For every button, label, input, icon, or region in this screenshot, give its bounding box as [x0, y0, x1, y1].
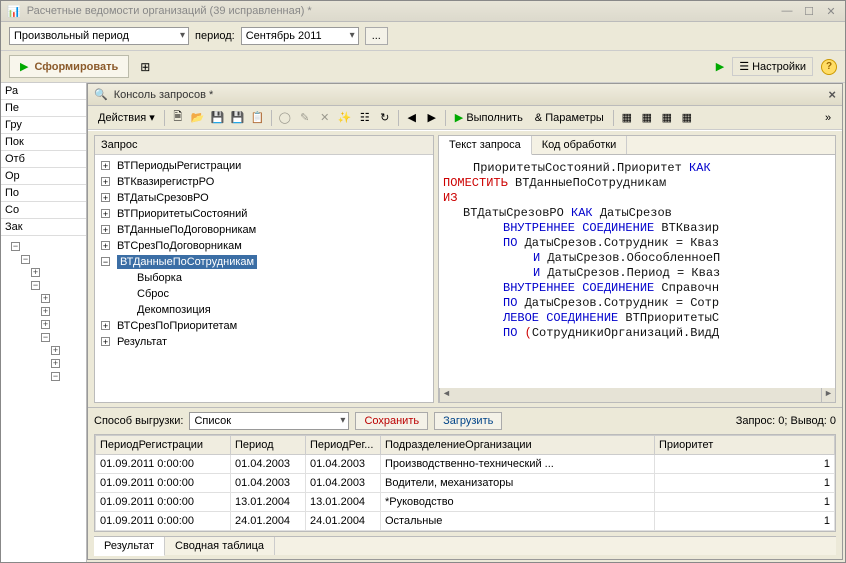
- table-row[interactable]: 01.09.2011 0:00:0024.01.200424.01.2004Ос…: [96, 512, 835, 531]
- period-type-combo[interactable]: Произвольный период: [9, 27, 189, 45]
- saveas-icon[interactable]: 💾: [230, 110, 246, 126]
- open-icon[interactable]: 📂: [190, 110, 206, 126]
- left-panel: Ра Пе Гру Пок Отб Ор По Со Зак − − + − +…: [1, 83, 87, 562]
- table-row[interactable]: 01.09.2011 0:00:0001.04.200301.04.2003Во…: [96, 474, 835, 493]
- col-header[interactable]: Период: [231, 436, 306, 455]
- props-icon[interactable]: ☷: [357, 110, 373, 126]
- left-label: Пе: [1, 100, 86, 117]
- tab-result[interactable]: Результат: [94, 537, 165, 556]
- grid-icon4[interactable]: ▦: [679, 110, 695, 126]
- console-close-button[interactable]: ×: [828, 87, 836, 102]
- grid-icon1[interactable]: ▦: [619, 110, 635, 126]
- table-row[interactable]: 01.09.2011 0:00:0013.01.200413.01.2004*Р…: [96, 493, 835, 512]
- execute-button[interactable]: ▶ Выполнить: [451, 109, 527, 126]
- left-label: Отб: [1, 151, 86, 168]
- period-toolbar: Произвольный период период: Сентябрь 201…: [1, 22, 845, 51]
- grid-icon2[interactable]: ▦: [639, 110, 655, 126]
- help-icon[interactable]: ?: [821, 59, 837, 75]
- tree-item[interactable]: ВТДанныеПоДоговорникам: [97, 222, 431, 238]
- table-row[interactable]: 01.09.2011 0:00:0001.04.200301.04.2003Пр…: [96, 455, 835, 474]
- console-titlebar: 🔍 Консоль запросов * ×: [88, 84, 842, 106]
- query-tree-header: Запрос: [95, 136, 433, 155]
- close-button[interactable]: ✕: [823, 4, 839, 18]
- left-label: Ор: [1, 168, 86, 185]
- app-icon: 📊: [7, 5, 21, 18]
- form-button[interactable]: ▶ Сформировать: [9, 55, 129, 78]
- main-toolbar: ▶ Сформировать ⊞ ▶ ☰ Настройки ?: [1, 51, 845, 83]
- left-label: Гру: [1, 117, 86, 134]
- tree-child[interactable]: Выборка: [97, 270, 431, 286]
- tree-item[interactable]: ВТПериодыРегистрации: [97, 158, 431, 174]
- arrow-left-icon[interactable]: ◀: [404, 110, 420, 126]
- status-text: Запрос: 0; Вывод: 0: [736, 415, 836, 427]
- console-title-text: Консоль запросов *: [114, 89, 214, 101]
- window-title: Расчетные ведомости организаций (39 испр…: [27, 5, 312, 17]
- tree-item[interactable]: ВТКвазирегистрРО: [97, 174, 431, 190]
- save-button[interactable]: Сохранить: [355, 412, 428, 430]
- col-header[interactable]: ПериодРег...: [306, 436, 381, 455]
- period-value-combo[interactable]: Сентябрь 2011: [241, 27, 359, 45]
- col-header[interactable]: ПодразделениеОрганизации: [381, 436, 655, 455]
- titlebar: 📊 Расчетные ведомости организаций (39 ис…: [1, 1, 845, 22]
- load-button[interactable]: Загрузить: [434, 412, 502, 430]
- tree-item[interactable]: ВТПриоритетыСостояний: [97, 206, 431, 222]
- arrow-right-icon[interactable]: ▶: [424, 110, 440, 126]
- col-header[interactable]: Приоритет: [655, 436, 835, 455]
- left-label: По: [1, 185, 86, 202]
- copy-icon[interactable]: 📋: [250, 110, 266, 126]
- refresh-icon[interactable]: ↻: [377, 110, 393, 126]
- col-header[interactable]: ПериодРегистрации: [96, 436, 231, 455]
- left-label: Зак: [1, 219, 86, 236]
- period-picker-button[interactable]: ...: [365, 27, 388, 45]
- console-icon: 🔍: [94, 88, 108, 101]
- tab-query-text[interactable]: Текст запроса: [439, 136, 532, 155]
- left-tree: − − + − + + + − + + −: [1, 236, 86, 387]
- more-icon[interactable]: »: [820, 110, 836, 126]
- play-icon: ▶: [20, 60, 28, 73]
- actions-menu[interactable]: Действия ▾: [94, 109, 159, 126]
- period-label: период:: [195, 30, 235, 42]
- tree-item[interactable]: Результат: [97, 334, 431, 350]
- left-label: Со: [1, 202, 86, 219]
- export-combo[interactable]: Список: [189, 412, 349, 430]
- export-label: Способ выгрузки:: [94, 415, 183, 427]
- query-console: 🔍 Консоль запросов * × Действия ▾ 🗎 📂 💾 …: [87, 83, 843, 560]
- form-label: Сформировать: [34, 61, 118, 73]
- hscroll[interactable]: ◄►: [439, 388, 835, 402]
- params-button[interactable]: & Параметры: [531, 110, 608, 126]
- grid-icon3[interactable]: ▦: [659, 110, 675, 126]
- edit-icon: ✎: [297, 110, 313, 126]
- save-icon[interactable]: 💾: [210, 110, 226, 126]
- tool-icon: ◯: [277, 110, 293, 126]
- editor-tabs: Текст запроса Код обработки: [439, 136, 835, 155]
- settings-button[interactable]: ☰ Настройки: [732, 57, 813, 76]
- tree-item[interactable]: ВТДатыСрезовРО: [97, 190, 431, 206]
- table-icon[interactable]: ⊞: [137, 59, 153, 75]
- query-text-area[interactable]: ПриоритетыСостояний.Приоритет КАК ПОМЕСТ…: [439, 155, 835, 388]
- query-tree: Запрос ВТПериодыРегистрации ВТКвазирегис…: [94, 135, 434, 403]
- tree-item[interactable]: ВТСрезПоПриоритетам: [97, 318, 431, 334]
- tab-pivot[interactable]: Сводная таблица: [165, 537, 275, 555]
- play-icon-right[interactable]: ▶: [716, 60, 724, 73]
- maximize-button[interactable]: ☐: [801, 4, 817, 18]
- new-icon[interactable]: 🗎: [170, 110, 186, 126]
- sliders-icon: ☰: [739, 60, 749, 73]
- minimize-button[interactable]: —: [779, 4, 795, 18]
- console-toolbar: Действия ▾ 🗎 📂 💾 💾 📋 ◯ ✎ ✕ ✨ ☷ ↻ ◀ ▶ ▶ В…: [88, 106, 842, 130]
- tree-child[interactable]: Сброс: [97, 286, 431, 302]
- results-area: Способ выгрузки: Список Сохранить Загруз…: [88, 407, 842, 559]
- tab-code[interactable]: Код обработки: [532, 136, 628, 154]
- tree-item-selected[interactable]: ВТДанныеПоСотрудникам: [97, 254, 431, 270]
- delete-icon: ✕: [317, 110, 333, 126]
- result-table[interactable]: ПериодРегистрации Период ПериодРег... По…: [94, 434, 836, 532]
- tree-child[interactable]: Декомпозиция: [97, 302, 431, 318]
- result-tabs: Результат Сводная таблица: [94, 536, 836, 555]
- left-label: Пок: [1, 134, 86, 151]
- wand-icon[interactable]: ✨: [337, 110, 353, 126]
- query-editor-pane: Текст запроса Код обработки ПриоритетыСо…: [438, 135, 836, 403]
- left-label: Ра: [1, 83, 86, 100]
- tree-item[interactable]: ВТСрезПоДоговорникам: [97, 238, 431, 254]
